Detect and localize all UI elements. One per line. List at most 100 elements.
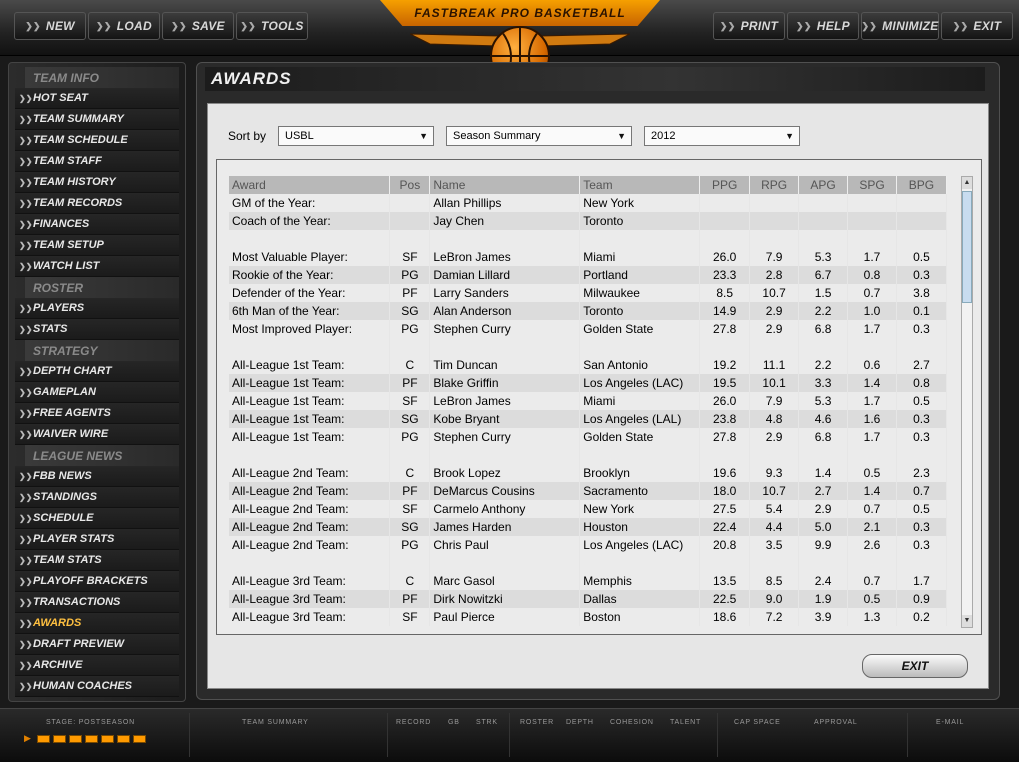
sidebar-item-hot-seat[interactable]: ❯❯ HOT SEAT — [15, 88, 179, 109]
scroll-thumb[interactable] — [962, 191, 972, 303]
sidebar-item-team-history[interactable]: ❯❯ TEAM HISTORY — [15, 172, 179, 193]
sidebar-item-team-summary[interactable]: ❯❯ TEAM SUMMARY — [15, 109, 179, 130]
sidebar-item-team-setup[interactable]: ❯❯ TEAM SETUP — [15, 235, 179, 256]
save-button[interactable]: ❯❯ SAVE — [162, 12, 234, 40]
help-button[interactable]: ❯❯ HELP — [787, 12, 859, 40]
sidebar-item-free-agents[interactable]: ❯❯ FREE AGENTS — [15, 403, 179, 424]
table-cell[interactable]: Damian Lillard — [429, 266, 581, 284]
sidebar-item-depth-chart[interactable]: ❯❯ DEPTH CHART — [15, 361, 179, 382]
table-cell[interactable]: LeBron James — [429, 392, 581, 410]
sidebar-item-schedule[interactable]: ❯❯ SCHEDULE — [15, 508, 179, 529]
table-cell[interactable]: Toronto — [579, 212, 701, 230]
status-segment-team-summary[interactable]: TEAM SUMMARY — [190, 713, 388, 757]
column-header[interactable]: Name — [429, 176, 581, 194]
table-cell[interactable]: Golden State — [579, 428, 701, 446]
sidebar-item-stats[interactable]: ❯❯ STATS — [15, 319, 179, 340]
sidebar-item-team-staff[interactable]: ❯❯ TEAM STAFF — [15, 151, 179, 172]
table-cell[interactable]: Sacramento — [579, 482, 701, 500]
table-cell[interactable]: Larry Sanders — [429, 284, 581, 302]
new-button[interactable]: ❯❯ NEW — [14, 12, 86, 40]
table-cell[interactable]: James Harden — [429, 518, 581, 536]
sidebar-item-watch-list[interactable]: ❯❯ WATCH LIST — [15, 256, 179, 277]
sidebar-item-team-schedule[interactable]: ❯❯ TEAM SCHEDULE — [15, 130, 179, 151]
sidebar-item-players[interactable]: ❯❯ PLAYERS — [15, 298, 179, 319]
table-cell[interactable]: New York — [579, 500, 701, 518]
league-select[interactable]: USBL ▼ — [278, 126, 435, 146]
sidebar-item-human-coaches[interactable]: ❯❯ HUMAN COACHES — [15, 676, 179, 697]
table-cell[interactable]: Houston — [579, 518, 701, 536]
sidebar-item-finances[interactable]: ❯❯ FINANCES — [15, 214, 179, 235]
table-cell[interactable]: Chris Paul — [429, 536, 581, 554]
table-cell[interactable]: Blake Griffin — [429, 374, 581, 392]
table-cell[interactable]: Los Angeles (LAC) — [579, 536, 701, 554]
table-cell[interactable]: Golden State — [579, 320, 701, 338]
table-cell[interactable]: Dallas — [579, 590, 701, 608]
table-cell[interactable]: Toronto — [579, 302, 701, 320]
column-header[interactable]: BPG — [896, 176, 948, 194]
table-cell[interactable]: Alan Anderson — [429, 302, 581, 320]
table-cell[interactable]: Allan Phillips — [429, 194, 581, 212]
sidebar-item-player-stats[interactable]: ❯❯ PLAYER STATS — [15, 529, 179, 550]
table-cell[interactable]: Marc Gasol — [429, 572, 581, 590]
table-cell[interactable]: Los Angeles (LAC) — [579, 374, 701, 392]
table-cell[interactable]: Memphis — [579, 572, 701, 590]
table-cell[interactable]: Miami — [579, 392, 701, 410]
table-cell[interactable]: New York — [579, 194, 701, 212]
minimize-button[interactable]: ❯❯ MINIMIZE — [861, 12, 939, 40]
sidebar-item-gameplan[interactable]: ❯❯ GAMEPLAN — [15, 382, 179, 403]
column-header[interactable]: RPG — [749, 176, 800, 194]
table-cell[interactable]: Los Angeles (LAL) — [579, 410, 701, 428]
tools-button[interactable]: ❯❯ TOOLS — [236, 12, 308, 40]
sidebar-item-team-records[interactable]: ❯❯ TEAM RECORDS — [15, 193, 179, 214]
table-cell[interactable]: LeBron James — [429, 248, 581, 266]
exit-button[interactable]: EXIT — [862, 654, 968, 678]
table-cell[interactable]: Jay Chen — [429, 212, 581, 230]
sidebar-item-transactions[interactable]: ❯❯ TRANSACTIONS — [15, 592, 179, 613]
column-header[interactable]: Pos — [389, 176, 431, 194]
sidebar-item-standings[interactable]: ❯❯ STANDINGS — [15, 487, 179, 508]
exit-app-button[interactable]: ❯❯ EXIT — [941, 12, 1013, 40]
column-header[interactable]: Team — [579, 176, 701, 194]
column-header[interactable]: SPG — [847, 176, 897, 194]
table-cell[interactable]: Dirk Nowitzki — [429, 590, 581, 608]
year-select[interactable]: 2012 ▼ — [644, 126, 801, 146]
sidebar-item-draft-preview[interactable]: ❯❯ DRAFT PREVIEW — [15, 634, 179, 655]
view-select[interactable]: Season Summary ▼ — [446, 126, 633, 146]
table-cell[interactable]: Brook Lopez — [429, 464, 581, 482]
table-cell[interactable]: Tim Duncan — [429, 356, 581, 374]
column-header[interactable]: Award — [229, 176, 391, 194]
table-cell[interactable]: Stephen Curry — [429, 320, 581, 338]
table-cell[interactable]: Paul Pierce — [429, 608, 581, 626]
table-cell[interactable]: Kobe Bryant — [429, 410, 581, 428]
sidebar-item-awards[interactable]: ❯❯ AWARDS — [15, 613, 179, 634]
table-cell: SF — [389, 248, 431, 266]
table-cell[interactable]: San Antonio — [579, 356, 701, 374]
table-cell[interactable]: Miami — [579, 248, 701, 266]
sidebar-item-waiver-wire[interactable]: ❯❯ WAIVER WIRE — [15, 424, 179, 445]
sidebar-item-fbb-news[interactable]: ❯❯ FBB NEWS — [15, 466, 179, 487]
table-cell[interactable]: DeMarcus Cousins — [429, 482, 581, 500]
sidebar-item-team-stats[interactable]: ❯❯ TEAM STATS — [15, 550, 179, 571]
table-scrollbar[interactable]: ▲ ▼ — [961, 176, 973, 628]
table-cell[interactable]: Brooklyn — [579, 464, 701, 482]
column-header[interactable]: APG — [798, 176, 849, 194]
table-cell: Rookie of the Year: — [229, 266, 391, 284]
table-cell[interactable]: Milwaukee — [579, 284, 701, 302]
table-row: All-League 1st Team: PF Blake Griffin Los A… — [229, 374, 948, 392]
sidebar-item-playoff-brackets[interactable]: ❯❯ PLAYOFF BRACKETS — [15, 571, 179, 592]
sidebar-item-archive[interactable]: ❯❯ ARCHIVE — [15, 655, 179, 676]
print-button[interactable]: ❯❯ PRINT — [713, 12, 785, 40]
scroll-up-arrow-icon[interactable]: ▲ — [962, 177, 972, 189]
table-cell[interactable]: Stephen Curry — [429, 428, 581, 446]
status-segment-cap-space[interactable]: CAP SPACE APPROVAL — [718, 713, 908, 757]
table-cell[interactable]: Portland — [579, 266, 701, 284]
table-cell — [579, 230, 701, 248]
column-header[interactable]: PPG — [699, 176, 751, 194]
status-segment-email[interactable]: E-MAIL — [908, 713, 1008, 757]
load-button[interactable]: ❯❯ LOAD — [88, 12, 160, 40]
table-cell[interactable]: Carmelo Anthony — [429, 500, 581, 518]
status-segment-record[interactable]: RECORD GB STRK — [388, 713, 510, 757]
scroll-down-arrow-icon[interactable]: ▼ — [962, 615, 972, 627]
status-segment-roster[interactable]: ROSTER DEPTH COHESION TALENT — [510, 713, 718, 757]
table-cell[interactable]: Boston — [579, 608, 701, 626]
